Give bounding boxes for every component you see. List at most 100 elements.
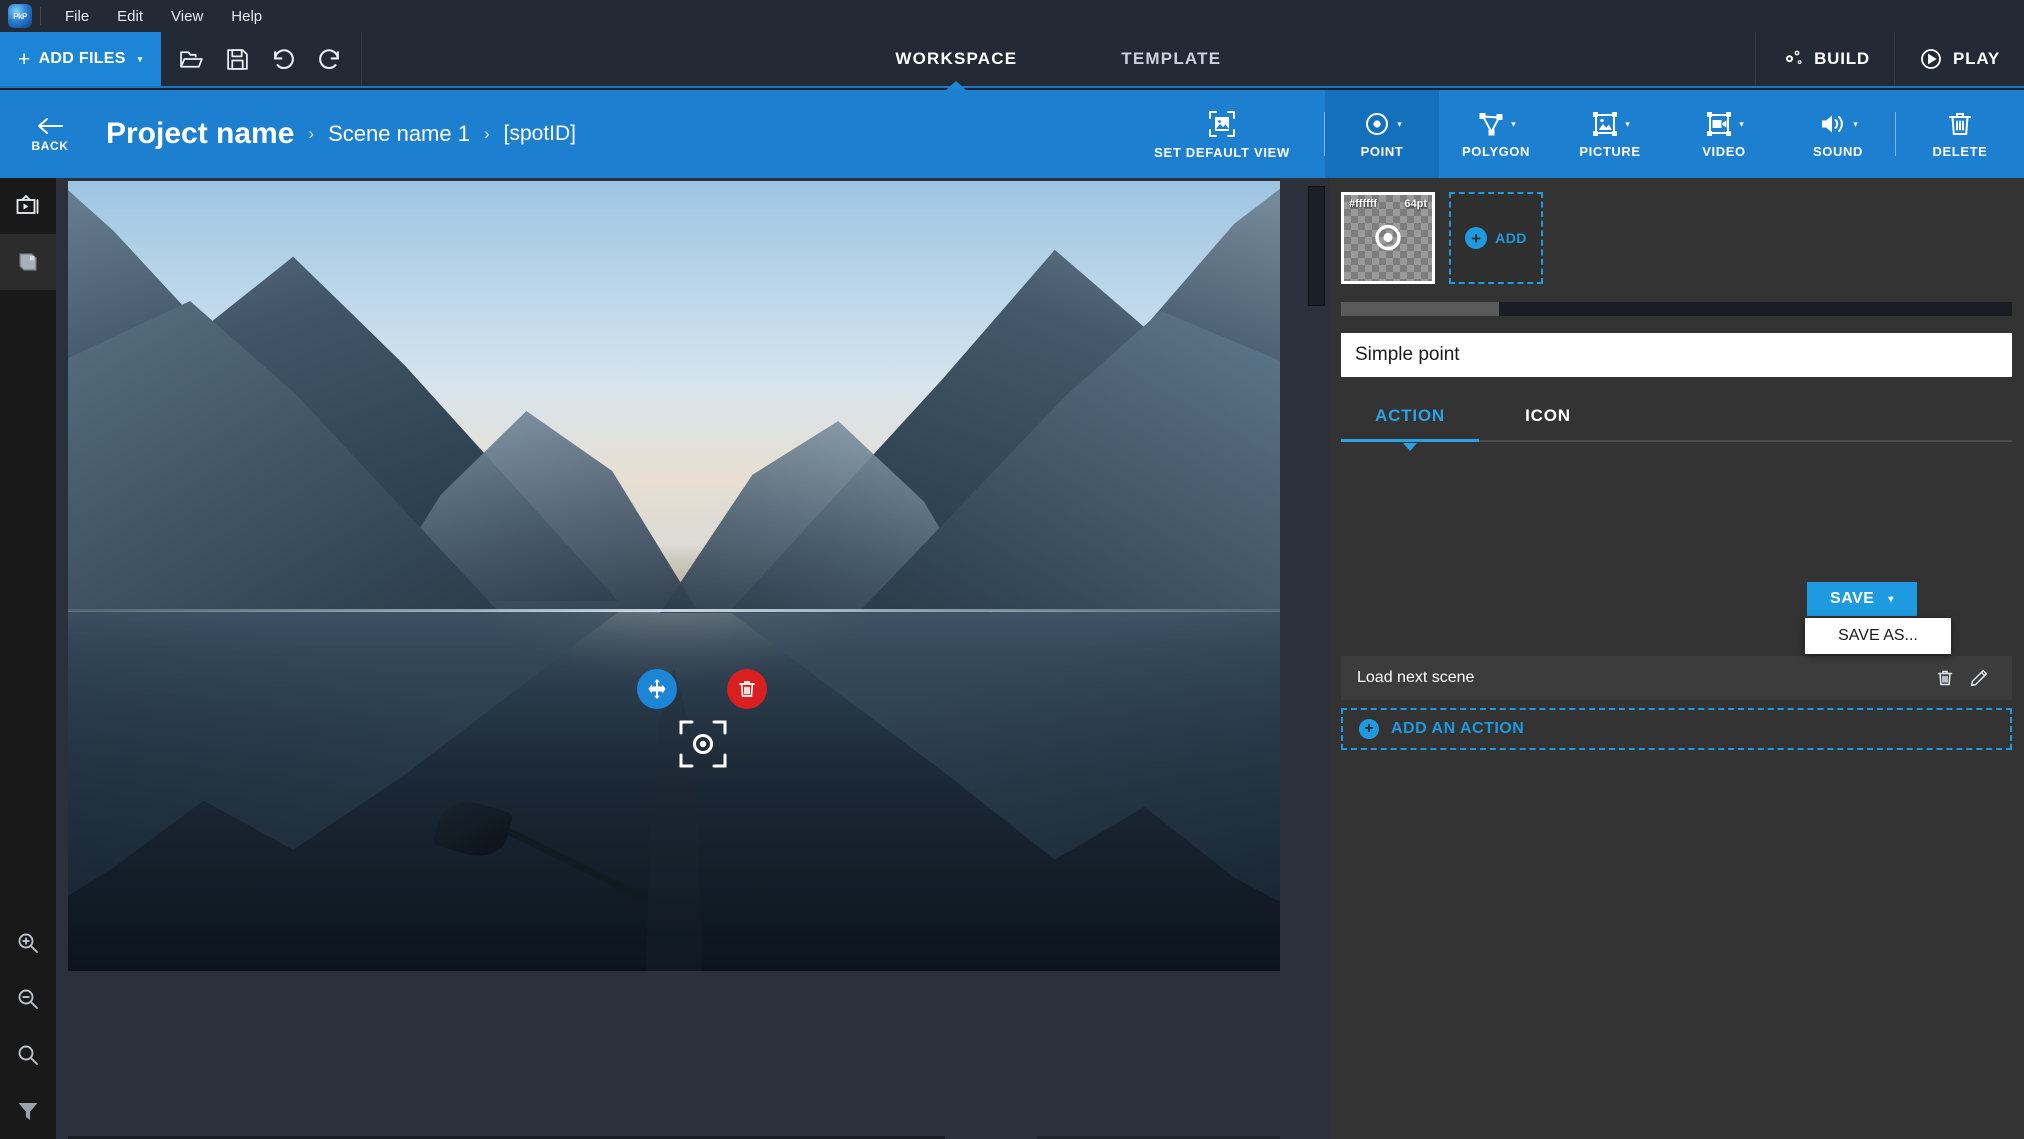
tool-video[interactable]: ▾ VIDEO xyxy=(1667,90,1781,178)
scene-tv-icon xyxy=(16,195,39,214)
toolbar-right-actions: BUILD PLAY xyxy=(1755,32,2024,86)
back-button[interactable]: BACK xyxy=(0,90,100,178)
undo-icon xyxy=(274,48,294,69)
breadcrumb-project[interactable]: Project name xyxy=(106,117,294,151)
trash-icon xyxy=(1937,670,1953,686)
add-files-button[interactable]: + ADD FILES ▾ xyxy=(0,32,161,86)
chevron-down-icon[interactable]: ▾ xyxy=(1511,119,1516,129)
zoom-reset-icon xyxy=(18,1045,38,1065)
tab-workspace[interactable]: WORKSPACE xyxy=(891,43,1021,75)
set-default-view-icon xyxy=(1209,110,1236,137)
save-disk-button[interactable] xyxy=(217,38,259,80)
header-spacer xyxy=(576,90,1120,178)
back-label: BACK xyxy=(31,139,69,153)
point-icon xyxy=(1366,113,1389,135)
left-rail xyxy=(0,178,56,1139)
hotspot-move-handle[interactable] xyxy=(637,669,677,709)
open-folder-button[interactable] xyxy=(171,38,213,80)
breadcrumb: Project name › Scene name 1 › [spotID] xyxy=(100,90,576,178)
panorama-image xyxy=(68,181,1280,971)
hotspot-delete-handle[interactable] xyxy=(727,669,767,709)
action-edit-button[interactable] xyxy=(1962,661,1996,695)
play-button[interactable]: PLAY xyxy=(1894,32,2024,86)
rail-zoom-in-button[interactable] xyxy=(0,915,56,971)
chevron-down-icon[interactable]: ▾ xyxy=(1853,119,1858,129)
chevron-down-icon[interactable]: ▾ xyxy=(1625,119,1630,129)
scrollbar-thumb[interactable] xyxy=(1308,186,1325,306)
tool-polygon[interactable]: ▾ POLYGON xyxy=(1439,90,1553,178)
add-an-action-button[interactable]: + ADD AN ACTION xyxy=(1341,708,2012,750)
pencil-icon xyxy=(1970,669,1988,687)
save-button[interactable]: SAVE ▾ xyxy=(1807,582,1917,616)
tab-icon[interactable]: ICON xyxy=(1479,392,1617,440)
action-delete-button[interactable] xyxy=(1928,661,1962,695)
tool-picture[interactable]: ▾ PICTURE xyxy=(1553,90,1667,178)
tool-point[interactable]: ▾ POINT xyxy=(1325,90,1439,178)
tool-sound-label: SOUND xyxy=(1813,144,1863,159)
menu-help[interactable]: Help xyxy=(217,4,276,29)
rail-library-button[interactable] xyxy=(0,234,56,290)
build-button[interactable]: BUILD xyxy=(1755,32,1894,86)
filter-icon xyxy=(18,1103,38,1120)
library-book-icon xyxy=(19,253,37,271)
zoom-in-icon xyxy=(18,933,38,953)
scrollbar-thumb[interactable] xyxy=(1341,302,1499,316)
center-vertical-scrollbar[interactable] xyxy=(1303,178,1329,1139)
menu-view[interactable]: View xyxy=(157,4,217,29)
rail-zoom-out-button[interactable] xyxy=(0,971,56,1027)
view-mode-tabs: WORKSPACE TEMPLATE xyxy=(362,32,1756,86)
icon-color-label: #ffffff xyxy=(1349,198,1378,210)
point-circle-icon-svg xyxy=(1375,224,1401,250)
tab-template[interactable]: TEMPLATE xyxy=(1117,43,1225,75)
chevron-down-icon: ▾ xyxy=(137,53,143,64)
chevron-down-icon[interactable]: ▾ xyxy=(1739,119,1744,129)
tool-polygon-label: POLYGON xyxy=(1461,144,1530,159)
hotspot-properties-panel: #ffffff 64pt + ADD ACTION ICON Load ne xyxy=(1329,178,2024,1139)
tool-video-label: VIDEO xyxy=(1702,144,1746,159)
tab-action[interactable]: ACTION xyxy=(1341,392,1479,442)
hotspot-name-input[interactable] xyxy=(1341,333,2012,377)
add-files-label: ADD FILES xyxy=(38,50,126,67)
arrow-left-icon xyxy=(38,118,63,134)
set-default-view-button[interactable]: SET DEFAULT VIEW xyxy=(1120,90,1324,178)
rail-zoom-reset-button[interactable] xyxy=(0,1027,56,1083)
set-default-view-label: SET DEFAULT VIEW xyxy=(1154,144,1290,160)
point-circle-icon xyxy=(1370,219,1406,260)
tool-sound-icon-row: ▾ xyxy=(1818,109,1858,139)
move-arrows-icon xyxy=(648,679,666,699)
delete-hotspot-button[interactable]: DELETE xyxy=(1896,90,2024,178)
panorama-viewport[interactable] xyxy=(68,181,1280,971)
undo-button[interactable] xyxy=(263,38,305,80)
save-disk-icon xyxy=(227,48,248,70)
plus-icon: + xyxy=(1465,227,1488,249)
main-toolbar: + ADD FILES ▾ WORKSPACE TEMPLATE BUILD P… xyxy=(0,32,2024,88)
breadcrumb-scene[interactable]: Scene name 1 xyxy=(328,121,470,147)
tool-sound[interactable]: ▾ SOUND xyxy=(1781,90,1895,178)
chevron-down-icon[interactable]: ▾ xyxy=(1888,594,1894,605)
save-as-menu-item[interactable]: SAVE AS... xyxy=(1805,618,1951,654)
icon-strip-scrollbar[interactable] xyxy=(1341,302,2012,316)
trash-icon xyxy=(1949,113,1971,135)
action-list-item[interactable]: Load next scene xyxy=(1341,656,2012,700)
scene-header-bar: BACK Project name › Scene name 1 › [spot… xyxy=(0,90,2024,178)
build-label: BUILD xyxy=(1814,49,1871,68)
delete-icon-row xyxy=(1945,109,1975,139)
chevron-down-icon[interactable]: ▾ xyxy=(1397,119,1402,129)
rail-scenes-button[interactable] xyxy=(0,178,56,234)
app-logo[interactable]: PkP xyxy=(0,0,40,32)
breadcrumb-spot-id[interactable]: [spotID] xyxy=(504,122,576,146)
redo-button[interactable] xyxy=(309,38,351,80)
hotspot-point-marker[interactable] xyxy=(678,719,728,769)
breadcrumb-separator: › xyxy=(308,124,315,143)
tool-video-icon-row: ▾ xyxy=(1704,109,1744,139)
menu-file[interactable]: File xyxy=(51,4,103,29)
open-folder-icon xyxy=(180,50,203,68)
icon-card-selected[interactable]: #ffffff 64pt xyxy=(1341,192,1435,284)
rail-filter-button[interactable] xyxy=(0,1083,56,1139)
toolbar-icon-group xyxy=(161,32,362,86)
menu-edit[interactable]: Edit xyxy=(103,4,157,29)
add-icon-button[interactable]: + ADD xyxy=(1449,192,1543,284)
play-circle-icon xyxy=(1921,49,1941,69)
app-root: PkP File Edit View Help + ADD FILES ▾ WO… xyxy=(0,0,2024,1139)
save-label: SAVE xyxy=(1830,590,1875,607)
